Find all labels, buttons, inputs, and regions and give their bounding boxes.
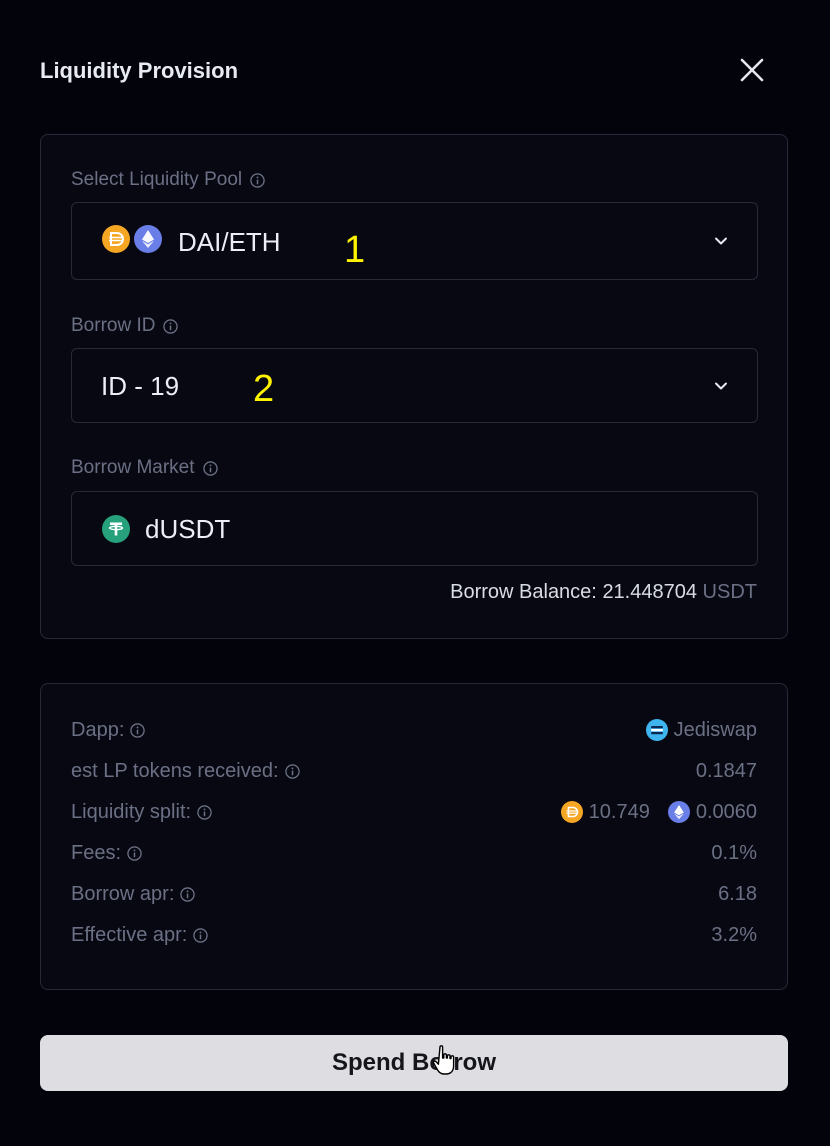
liquidity-provision-modal: Liquidity Provision Select Liquidity Poo…	[0, 0, 830, 1146]
borrow-id-dropdown[interactable]: ID - 19	[71, 348, 758, 423]
borrow-id-label-text: Borrow ID	[71, 315, 156, 336]
liquidity-split-eth-value: 0.0060	[695, 800, 757, 823]
borrow-market-field: dUSDT	[71, 491, 758, 566]
borrow-apr-value: 6.18	[718, 882, 757, 905]
borrow-id-label: Borrow ID	[71, 315, 179, 337]
info-icon[interactable]	[163, 318, 179, 334]
borrow-balance-label: Borrow Balance:	[450, 581, 597, 603]
info-icon[interactable]	[130, 722, 146, 738]
borrow-id-value: ID - 19	[101, 371, 180, 401]
jediswap-icon	[645, 719, 668, 741]
effective-apr-value: 3.2%	[711, 923, 757, 946]
dai-icon	[560, 801, 583, 823]
liquidity-split-row: Liquidity split: 10.749 0.0060	[71, 799, 757, 825]
liquidity-split-dai-value: 10.749	[588, 800, 650, 823]
borrow-market-label: Borrow Market	[71, 457, 218, 479]
spend-borrow-button[interactable]: Spend Borrow	[40, 1035, 788, 1091]
usdt-icon	[102, 515, 130, 543]
close-icon	[740, 58, 764, 82]
dapp-value-group: Jediswap	[645, 718, 757, 742]
dai-icon	[102, 225, 130, 253]
dapp-label-group: Dapp:	[71, 718, 146, 742]
borrow-apr-label: Borrow apr:	[71, 882, 175, 905]
fees-value: 0.1%	[711, 841, 757, 864]
effective-apr-label-group: Effective apr:	[71, 923, 209, 947]
pool-select-value: DAI/ETH	[178, 227, 281, 257]
borrow-apr-row: Borrow apr: 6.18	[71, 881, 757, 907]
lp-tokens-row: est LP tokens received: 0.1847	[71, 758, 757, 784]
borrow-balance-unit: USDT	[702, 581, 757, 603]
chevron-down-icon	[713, 378, 729, 394]
borrow-balance-amount: 21.448704	[602, 581, 697, 603]
liquidity-split-label: Liquidity split:	[71, 800, 192, 823]
eth-icon	[667, 801, 690, 823]
eth-icon	[134, 225, 162, 253]
close-button[interactable]	[736, 54, 768, 86]
form-panel: Select Liquidity Pool DAI/ETH Borrow ID	[40, 134, 788, 639]
pool-select-label: Select Liquidity Pool	[71, 169, 265, 191]
dapp-label: Dapp:	[71, 718, 125, 741]
info-icon[interactable]	[197, 804, 212, 820]
pool-select-dropdown[interactable]: DAI/ETH	[71, 202, 758, 280]
info-icon[interactable]	[180, 886, 196, 902]
modal-title: Liquidity Provision	[40, 58, 239, 83]
pool-pair-icons	[102, 225, 162, 253]
liquidity-split-values: 10.749 0.0060	[560, 800, 757, 824]
borrow-apr-label-group: Borrow apr:	[71, 882, 196, 906]
info-icon[interactable]	[127, 845, 142, 861]
chevron-down-icon	[713, 233, 729, 249]
lp-tokens-label: est LP tokens received:	[71, 759, 279, 782]
annotation-number-1: 1	[344, 229, 366, 271]
borrow-balance: Borrow Balance: 21.448704 USDT	[450, 581, 757, 604]
info-icon[interactable]	[250, 172, 265, 188]
annotation-number-2: 2	[253, 368, 275, 410]
dapp-value: Jediswap	[673, 718, 757, 741]
borrow-market-label-text: Borrow Market	[71, 457, 195, 478]
info-icon[interactable]	[193, 927, 209, 943]
effective-apr-label: Effective apr:	[71, 923, 188, 946]
liquidity-split-label-group: Liquidity split:	[71, 801, 212, 824]
lp-tokens-value: 0.1847	[695, 759, 757, 782]
fees-label-group: Fees:	[71, 842, 142, 865]
effective-apr-row: Effective apr: 3.2%	[71, 922, 757, 948]
fees-label: Fees:	[71, 841, 122, 864]
fees-row: Fees: 0.1%	[71, 840, 757, 866]
pool-select-label-text: Select Liquidity Pool	[71, 169, 243, 190]
lp-tokens-label-group: est LP tokens received:	[71, 760, 300, 783]
info-icon[interactable]	[284, 763, 300, 779]
info-icon[interactable]	[202, 460, 218, 476]
borrow-market-value: dUSDT	[145, 514, 231, 544]
dapp-row: Dapp: Jediswap	[71, 717, 757, 743]
details-panel: Dapp: Jediswap est LP tokens received: 0…	[40, 683, 788, 990]
